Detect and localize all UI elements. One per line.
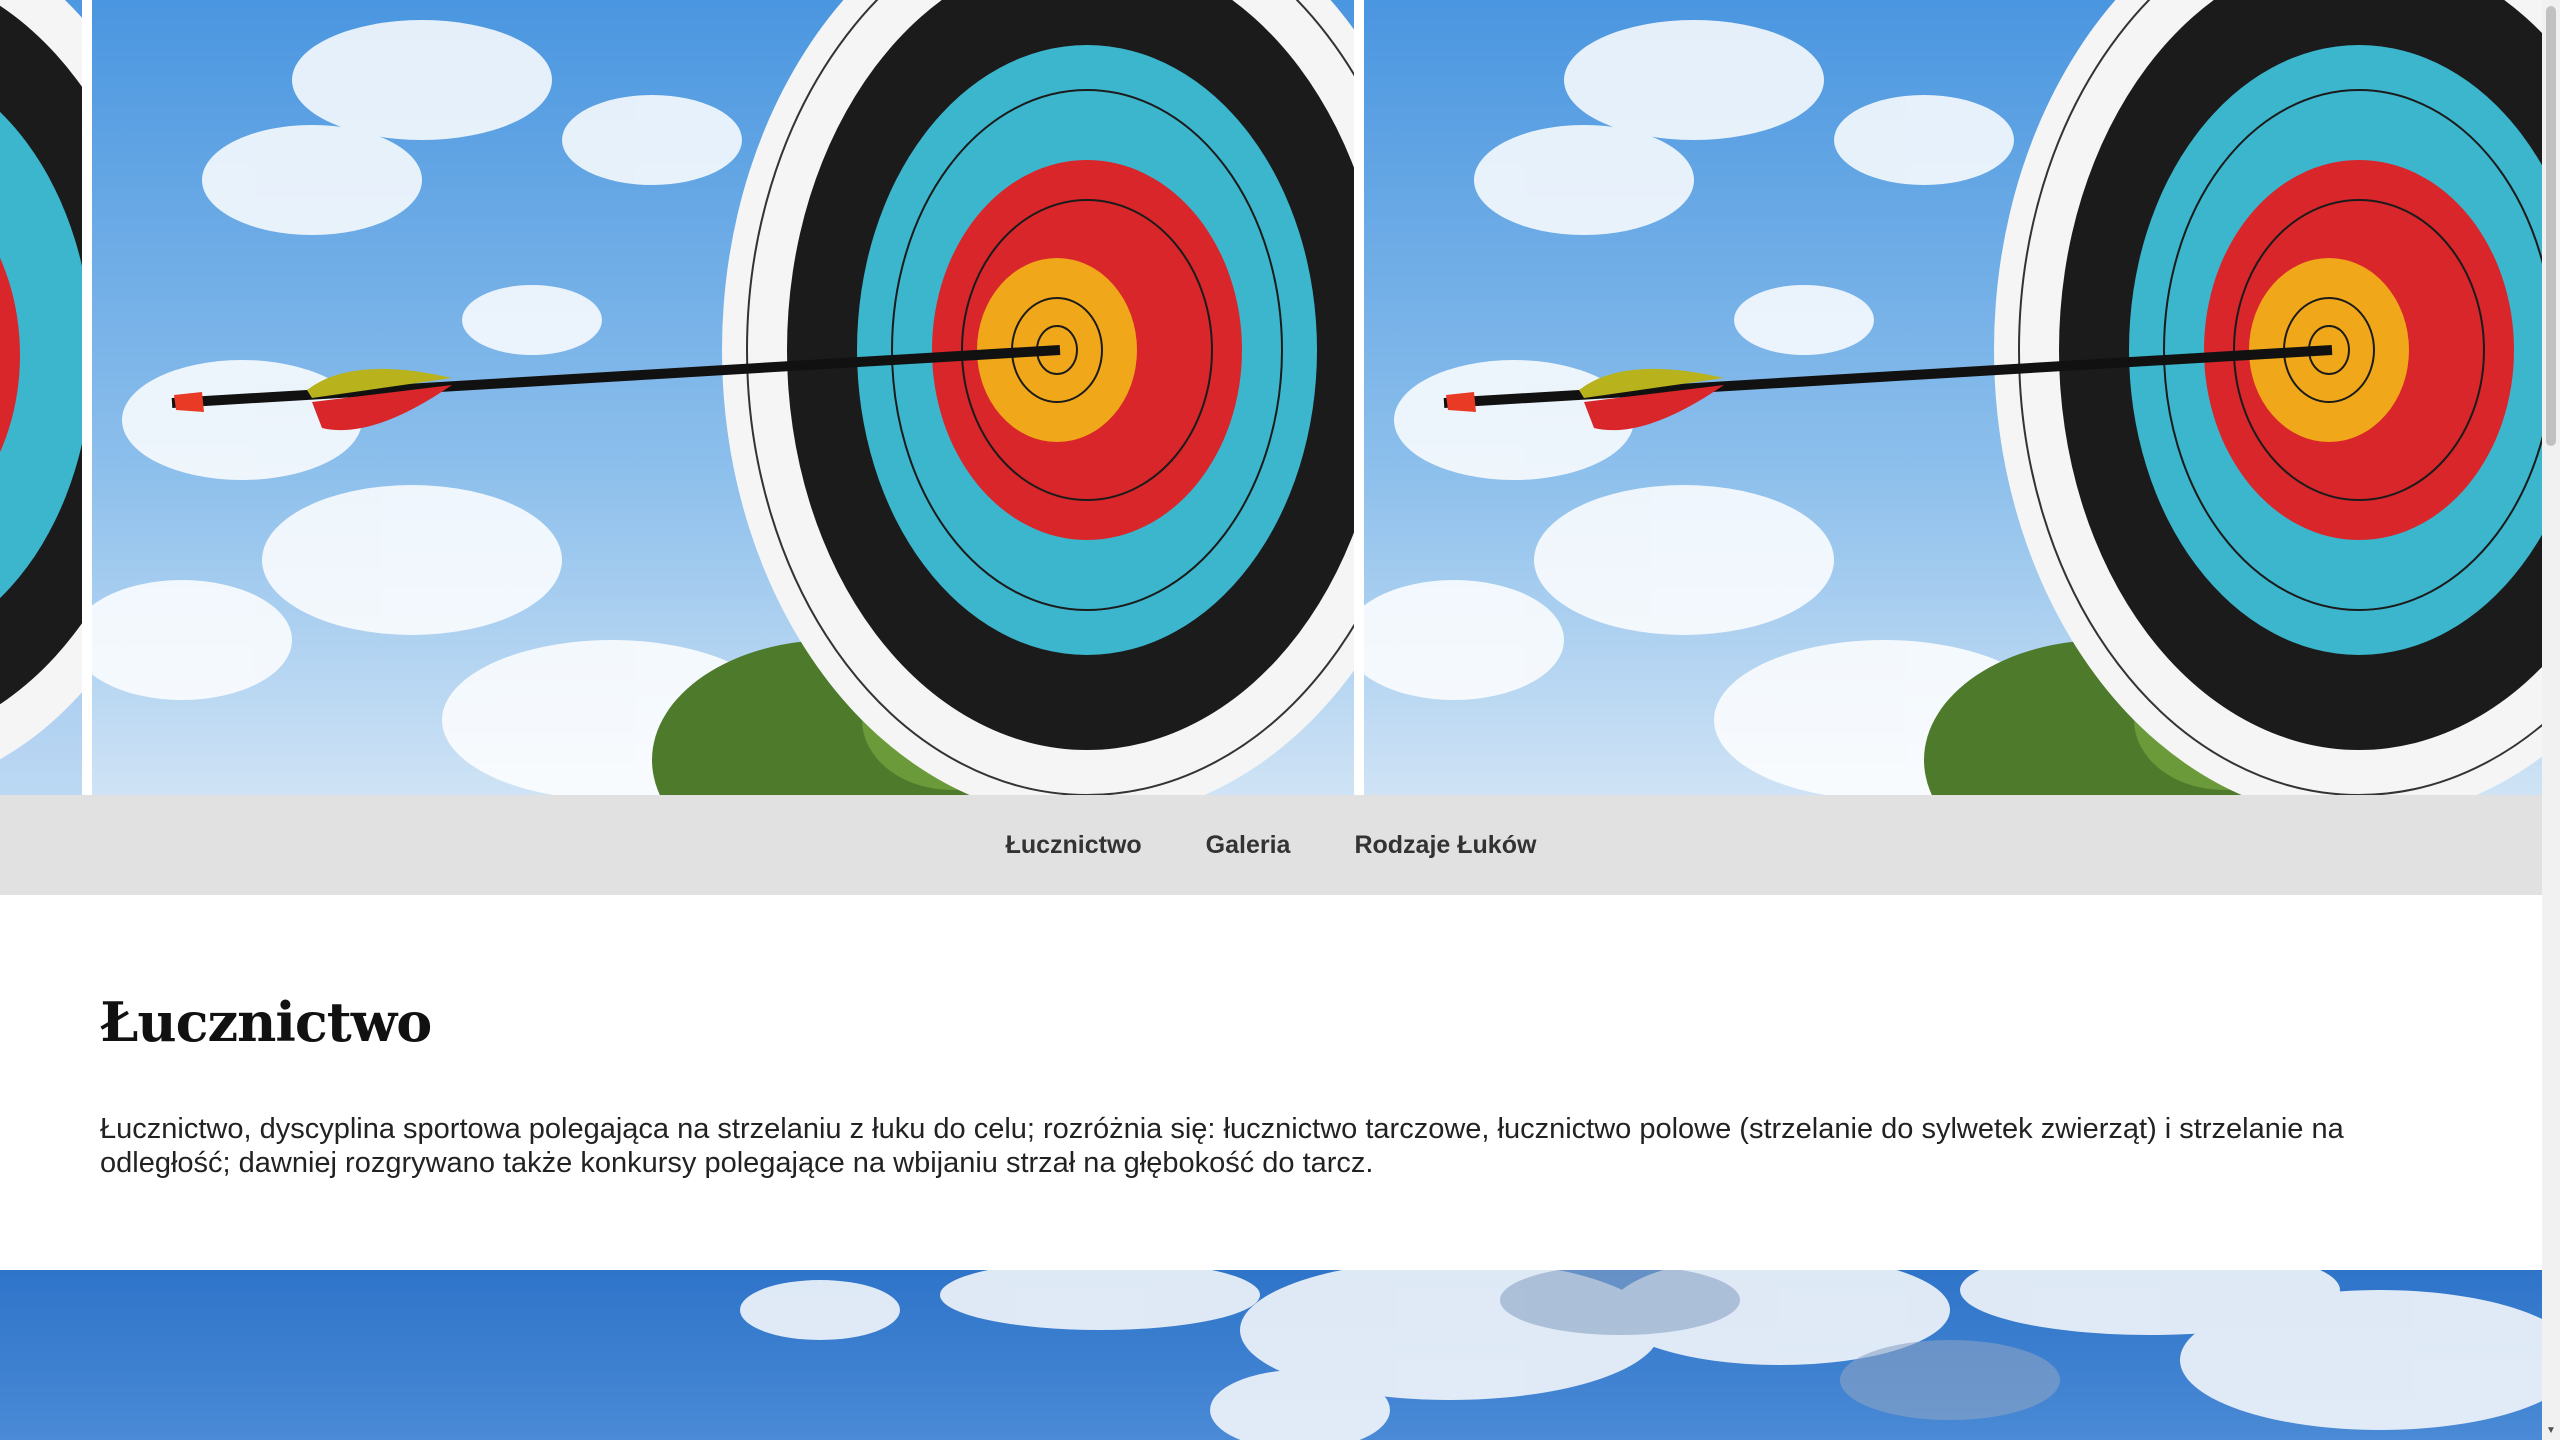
hero-banner (0, 0, 2542, 795)
hero-image-partial (0, 0, 82, 795)
main-content: Łucznictwo Łucznictwo, dyscyplina sporto… (100, 990, 2440, 1180)
sky-image (0, 1270, 2542, 1440)
scrollbar-thumb[interactable] (2546, 6, 2556, 446)
nav-item-lucznictwo[interactable]: Łucznictwo (1006, 831, 1142, 860)
scroll-down-arrow-icon[interactable]: ▼ (2542, 1424, 2560, 1438)
vertical-scrollbar[interactable]: ▼ (2542, 0, 2560, 1440)
main-nav: Łucznictwo Galeria Rodzaje Łuków (0, 795, 2542, 895)
nav-item-galeria[interactable]: Galeria (1206, 831, 1291, 860)
article-body: Łucznictwo, dyscyplina sportowa polegają… (100, 1113, 2344, 1179)
page-title: Łucznictwo (100, 990, 432, 1054)
hero-image-repeat (1364, 0, 2542, 795)
nav-item-rodzaje-lukow[interactable]: Rodzaje Łuków (1354, 831, 1536, 860)
page: Łucznictwo Galeria Rodzaje Łuków Łucznic… (0, 0, 2542, 1440)
hero-image (92, 0, 1354, 795)
